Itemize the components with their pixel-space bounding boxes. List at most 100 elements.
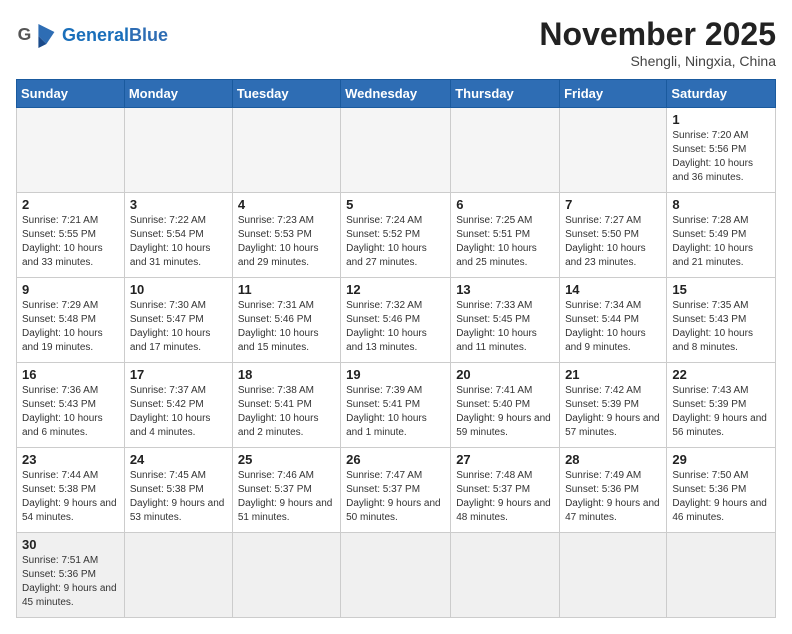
calendar-cell: 4 Sunrise: 7:23 AMSunset: 5:53 PMDaylight… xyxy=(232,193,340,278)
day-number: 7 xyxy=(565,197,661,212)
day-info: Sunrise: 7:31 AMSunset: 5:46 PMDaylight:… xyxy=(238,299,335,355)
day-info: Sunrise: 7:50 AMSunset: 5:36 PMDaylight:… xyxy=(672,469,770,525)
day-number: 5 xyxy=(346,197,445,212)
day-number: 30 xyxy=(22,537,119,552)
calendar-cell: 11 Sunrise: 7:31 AMSunset: 5:46 PMDayligh… xyxy=(232,278,340,363)
calendar-table: SundayMondayTuesdayWednesdayThursdayFrid… xyxy=(16,79,776,618)
day-info: Sunrise: 7:34 AMSunset: 5:44 PMDaylight:… xyxy=(565,299,661,355)
day-info: Sunrise: 7:33 AMSunset: 5:45 PMDaylight:… xyxy=(456,299,554,355)
day-number: 18 xyxy=(238,367,335,382)
calendar-cell: 7 Sunrise: 7:27 AMSunset: 5:50 PMDaylight… xyxy=(560,193,667,278)
day-number: 26 xyxy=(346,452,445,467)
day-number: 23 xyxy=(22,452,119,467)
calendar-cell xyxy=(124,533,232,618)
day-info: Sunrise: 7:29 AMSunset: 5:48 PMDaylight:… xyxy=(22,299,119,355)
calendar-cell: 29Sunrise: 7:50 AMSunset: 5:36 PMDayligh… xyxy=(667,448,776,533)
calendar-cell: 5 Sunrise: 7:24 AMSunset: 5:52 PMDaylight… xyxy=(341,193,451,278)
day-info: Sunrise: 7:30 AMSunset: 5:47 PMDaylight:… xyxy=(130,299,227,355)
day-number: 10 xyxy=(130,282,227,297)
day-info: Sunrise: 7:23 AMSunset: 5:53 PMDaylight:… xyxy=(238,214,335,270)
day-info: Sunrise: 7:44 AMSunset: 5:38 PMDaylight:… xyxy=(22,469,119,525)
day-info: Sunrise: 7:38 AMSunset: 5:41 PMDaylight:… xyxy=(238,384,335,440)
day-info: Sunrise: 7:48 AMSunset: 5:37 PMDaylight:… xyxy=(456,469,554,525)
calendar-cell xyxy=(560,533,667,618)
day-number: 4 xyxy=(238,197,335,212)
svg-text:G: G xyxy=(18,24,32,44)
logo-blue: Blue xyxy=(129,25,168,45)
day-number: 21 xyxy=(565,367,661,382)
day-number: 12 xyxy=(346,282,445,297)
calendar-cell: 6 Sunrise: 7:25 AMSunset: 5:51 PMDaylight… xyxy=(451,193,560,278)
day-header-saturday: Saturday xyxy=(667,80,776,108)
calendar-cell: 15Sunrise: 7:35 AMSunset: 5:43 PMDayligh… xyxy=(667,278,776,363)
calendar-cell: 23 Sunrise: 7:44 AMSunset: 5:38 PMDayligh… xyxy=(17,448,125,533)
calendar-cell: 28 Sunrise: 7:49 AMSunset: 5:36 PMDayligh… xyxy=(560,448,667,533)
day-info: Sunrise: 7:35 AMSunset: 5:43 PMDaylight:… xyxy=(672,299,770,355)
day-info: Sunrise: 7:51 AMSunset: 5:36 PMDaylight:… xyxy=(22,554,119,610)
calendar-cell: 8Sunrise: 7:28 AMSunset: 5:49 PMDaylight… xyxy=(667,193,776,278)
calendar-cell xyxy=(560,108,667,193)
logo: G GeneralBlue xyxy=(16,16,168,56)
calendar-header-row: SundayMondayTuesdayWednesdayThursdayFrid… xyxy=(17,80,776,108)
day-info: Sunrise: 7:41 AMSunset: 5:40 PMDaylight:… xyxy=(456,384,554,440)
week-row-1: 1 Sunrise: 7:20 AMSunset: 5:56 PMDaylight… xyxy=(17,108,776,193)
day-info: Sunrise: 7:36 AMSunset: 5:43 PMDaylight:… xyxy=(22,384,119,440)
calendar-cell: 17 Sunrise: 7:37 AMSunset: 5:42 PMDayligh… xyxy=(124,363,232,448)
calendar-cell: 19Sunrise: 7:39 AMSunset: 5:41 PMDayligh… xyxy=(341,363,451,448)
day-header-tuesday: Tuesday xyxy=(232,80,340,108)
calendar-cell: 9 Sunrise: 7:29 AMSunset: 5:48 PMDaylight… xyxy=(17,278,125,363)
calendar-cell: 13Sunrise: 7:33 AMSunset: 5:45 PMDayligh… xyxy=(451,278,560,363)
day-info: Sunrise: 7:45 AMSunset: 5:38 PMDaylight:… xyxy=(130,469,227,525)
day-number: 24 xyxy=(130,452,227,467)
calendar-cell xyxy=(341,108,451,193)
calendar-cell xyxy=(667,533,776,618)
calendar-cell xyxy=(124,108,232,193)
day-info: Sunrise: 7:27 AMSunset: 5:50 PMDaylight:… xyxy=(565,214,661,270)
week-row-5: 23 Sunrise: 7:44 AMSunset: 5:38 PMDayligh… xyxy=(17,448,776,533)
calendar-cell: 20Sunrise: 7:41 AMSunset: 5:40 PMDayligh… xyxy=(451,363,560,448)
day-info: Sunrise: 7:28 AMSunset: 5:49 PMDaylight:… xyxy=(672,214,770,270)
day-number: 16 xyxy=(22,367,119,382)
calendar-cell: 30 Sunrise: 7:51 AMSunset: 5:36 PMDayligh… xyxy=(17,533,125,618)
day-number: 1 xyxy=(672,112,770,127)
calendar-cell: 14 Sunrise: 7:34 AMSunset: 5:44 PMDayligh… xyxy=(560,278,667,363)
day-number: 17 xyxy=(130,367,227,382)
day-info: Sunrise: 7:20 AMSunset: 5:56 PMDaylight:… xyxy=(672,129,770,185)
calendar-cell xyxy=(232,533,340,618)
calendar-cell: 26Sunrise: 7:47 AMSunset: 5:37 PMDayligh… xyxy=(341,448,451,533)
day-number: 25 xyxy=(238,452,335,467)
day-number: 22 xyxy=(672,367,770,382)
calendar-cell: 3Sunrise: 7:22 AMSunset: 5:54 PMDaylight… xyxy=(124,193,232,278)
calendar-cell: 21Sunrise: 7:42 AMSunset: 5:39 PMDayligh… xyxy=(560,363,667,448)
day-number: 19 xyxy=(346,367,445,382)
day-info: Sunrise: 7:49 AMSunset: 5:36 PMDaylight:… xyxy=(565,469,661,525)
calendar-cell: 2Sunrise: 7:21 AMSunset: 5:55 PMDaylight… xyxy=(17,193,125,278)
day-number: 6 xyxy=(456,197,554,212)
day-number: 9 xyxy=(22,282,119,297)
day-header-sunday: Sunday xyxy=(17,80,125,108)
calendar-cell: 16 Sunrise: 7:36 AMSunset: 5:43 PMDayligh… xyxy=(17,363,125,448)
day-info: Sunrise: 7:37 AMSunset: 5:42 PMDaylight:… xyxy=(130,384,227,440)
day-number: 28 xyxy=(565,452,661,467)
calendar-cell xyxy=(232,108,340,193)
day-number: 27 xyxy=(456,452,554,467)
location: Shengli, Ningxia, China xyxy=(539,53,776,69)
calendar-cell: 12 Sunrise: 7:32 AMSunset: 5:46 PMDayligh… xyxy=(341,278,451,363)
calendar-cell xyxy=(451,533,560,618)
day-number: 14 xyxy=(565,282,661,297)
day-info: Sunrise: 7:24 AMSunset: 5:52 PMDaylight:… xyxy=(346,214,445,270)
day-info: Sunrise: 7:32 AMSunset: 5:46 PMDaylight:… xyxy=(346,299,445,355)
calendar-cell: 25Sunrise: 7:46 AMSunset: 5:37 PMDayligh… xyxy=(232,448,340,533)
calendar-cell xyxy=(341,533,451,618)
day-info: Sunrise: 7:43 AMSunset: 5:39 PMDaylight:… xyxy=(672,384,770,440)
calendar-cell: 18 Sunrise: 7:38 AMSunset: 5:41 PMDayligh… xyxy=(232,363,340,448)
week-row-4: 16 Sunrise: 7:36 AMSunset: 5:43 PMDayligh… xyxy=(17,363,776,448)
week-row-3: 9 Sunrise: 7:29 AMSunset: 5:48 PMDaylight… xyxy=(17,278,776,363)
calendar-cell xyxy=(17,108,125,193)
week-row-2: 2Sunrise: 7:21 AMSunset: 5:55 PMDaylight… xyxy=(17,193,776,278)
month-title: November 2025 xyxy=(539,16,776,53)
day-number: 11 xyxy=(238,282,335,297)
day-header-wednesday: Wednesday xyxy=(341,80,451,108)
day-info: Sunrise: 7:25 AMSunset: 5:51 PMDaylight:… xyxy=(456,214,554,270)
calendar-cell: 22 Sunrise: 7:43 AMSunset: 5:39 PMDayligh… xyxy=(667,363,776,448)
